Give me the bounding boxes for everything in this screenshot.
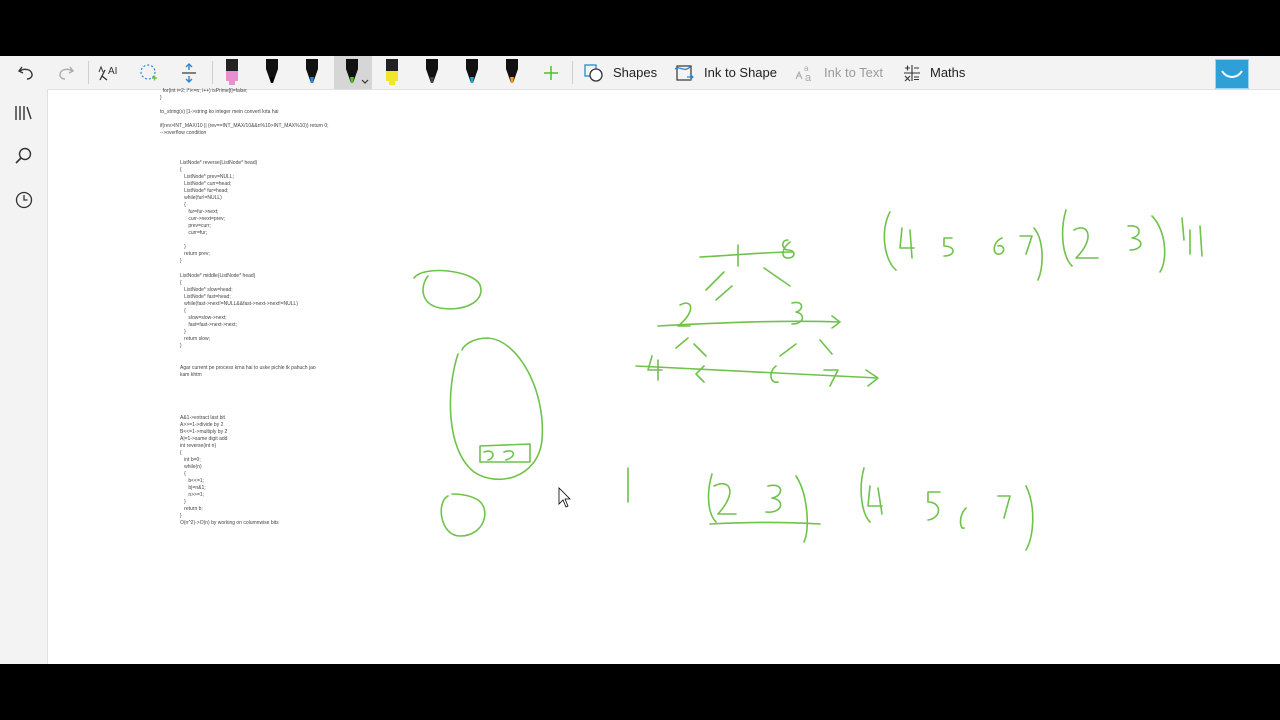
ink-array-bottom-6: [959, 507, 967, 529]
add-pen-button[interactable]: [538, 56, 564, 89]
maths-icon: [904, 64, 920, 81]
lasso-select-button[interactable]: [134, 56, 164, 89]
galaxy-pen-button[interactable]: [419, 56, 445, 89]
pen-icon: [266, 58, 278, 83]
ink-tree-node-7: [823, 369, 839, 387]
ink-array-bottom-paren-open: [707, 473, 717, 523]
ink-array-top-paren-close: [1033, 227, 1043, 281]
redo-icon: [59, 66, 75, 80]
svg-text:a: a: [805, 72, 812, 83]
ink-tree-node-4: [647, 355, 663, 381]
blue-pen-button[interactable]: [299, 56, 325, 89]
ink-large-oval: [449, 337, 544, 481]
redo-button[interactable]: [52, 56, 80, 89]
notebooks-button[interactable]: [11, 100, 37, 126]
maths-label: Maths: [930, 65, 966, 80]
mouse-cursor-icon: [558, 487, 571, 508]
library-icon: [15, 106, 32, 120]
undo-icon: [17, 66, 33, 80]
ink-array-top-1a: [1181, 217, 1185, 241]
ink-array-top-4: [899, 227, 915, 259]
shapes-icon: [584, 63, 603, 82]
ink-array-top-7: [1019, 235, 1033, 255]
search-button[interactable]: [11, 143, 37, 169]
pen-icon: [506, 58, 518, 83]
lasso-text-select-button[interactable]: AI: [94, 56, 124, 89]
ink-array-bottom-paren2-close: [1025, 485, 1034, 551]
plus-icon: [544, 65, 558, 80]
highlighter-icon: [386, 58, 398, 85]
ink-array-bottom-underline: [709, 521, 821, 525]
lasso-icon: [140, 63, 157, 80]
pen-icon: [306, 58, 318, 83]
ink-array-top-11: [1189, 225, 1203, 257]
ink-array-bottom-7: [997, 495, 1011, 519]
yellow-highlighter-button[interactable]: [379, 56, 405, 89]
highlighter-icon: [226, 58, 238, 85]
pen-icon: [346, 58, 358, 83]
green-pen-button[interactable]: [339, 56, 369, 89]
shapes-label: Shapes: [613, 65, 658, 80]
ink-small-circle-bottom: [440, 493, 486, 537]
ink-array-top-paren2-open: [1061, 209, 1073, 267]
ink-array-top-2: [1073, 227, 1099, 259]
clock-icon: [15, 191, 33, 209]
maths-button[interactable]: Maths: [902, 56, 965, 89]
account-avatar[interactable]: [1215, 59, 1249, 89]
ink-to-text-label: Ink to Text: [824, 65, 884, 80]
draw-toolbar: AI Shapes Ink to Shape aa Ink to Text Ma…: [0, 56, 1280, 90]
handwritten-ink-layer: [413, 209, 1203, 551]
ink-tree-branch-right: [763, 267, 791, 287]
shapes-button[interactable]: Shapes: [583, 56, 657, 89]
type-select-icon: AI: [98, 65, 117, 81]
ink-array-top-6: [993, 237, 1005, 255]
undo-button[interactable]: [12, 56, 40, 89]
navigation-sidebar: [0, 89, 48, 664]
pen-icon: [426, 58, 438, 83]
ink-array-bottom-5: [927, 491, 941, 521]
ink-tree-top-line: [699, 251, 794, 258]
ink-to-shape-label: Ink to Shape: [704, 65, 777, 80]
ink-to-shape-button[interactable]: Ink to Shape: [674, 56, 777, 89]
onenote-window: AI Shapes Ink to Shape aa Ink to Text Ma…: [0, 56, 1280, 664]
search-icon: [15, 147, 32, 164]
orange-pen-button[interactable]: [499, 56, 525, 89]
ink-tree-bottom-line: [635, 365, 879, 387]
add-space-button[interactable]: [174, 56, 204, 89]
ink-array-top-paren2-close: [1151, 215, 1166, 273]
ink-tree-branch-left: [705, 271, 733, 301]
pink-highlighter-button[interactable]: [219, 56, 245, 89]
ink-oval-inner-box: [479, 443, 531, 463]
ink-small-circle-top: [413, 269, 482, 310]
ink-array-top-3: [1127, 225, 1142, 251]
svg-text:AI: AI: [108, 66, 117, 77]
black-pen-button[interactable]: [259, 56, 285, 89]
ink-tree-node-2: [677, 302, 692, 327]
smile-icon: [1221, 70, 1243, 78]
pen-icon: [466, 58, 478, 83]
ink-array-bottom-paren-close: [795, 475, 809, 543]
ink-tree-branch-lower: [675, 337, 833, 357]
chevron-down-icon: [361, 79, 369, 84]
recent-notes-button[interactable]: [11, 187, 37, 213]
ink-array-bottom-4: [867, 485, 883, 515]
ink-tree-node-6: [770, 365, 779, 383]
page-canvas[interactable]: for(int i=2; i*i<=n; i++) isPrime[i]=fal…: [48, 88, 1280, 664]
ink-array-bottom-3: [765, 484, 782, 513]
ink-array-top-paren-open: [883, 211, 897, 271]
ink-to-text-icon: aa: [795, 64, 812, 83]
teal-pen-button[interactable]: [459, 56, 485, 89]
ink-array-bottom-2: [713, 483, 737, 515]
ink-to-text-button[interactable]: aa Ink to Text: [794, 56, 883, 89]
insert-space-icon: [182, 62, 196, 83]
ink-array-top-5: [943, 237, 954, 257]
ink-to-shape-icon: [674, 64, 694, 81]
ink-tree-node-8: [781, 239, 795, 259]
